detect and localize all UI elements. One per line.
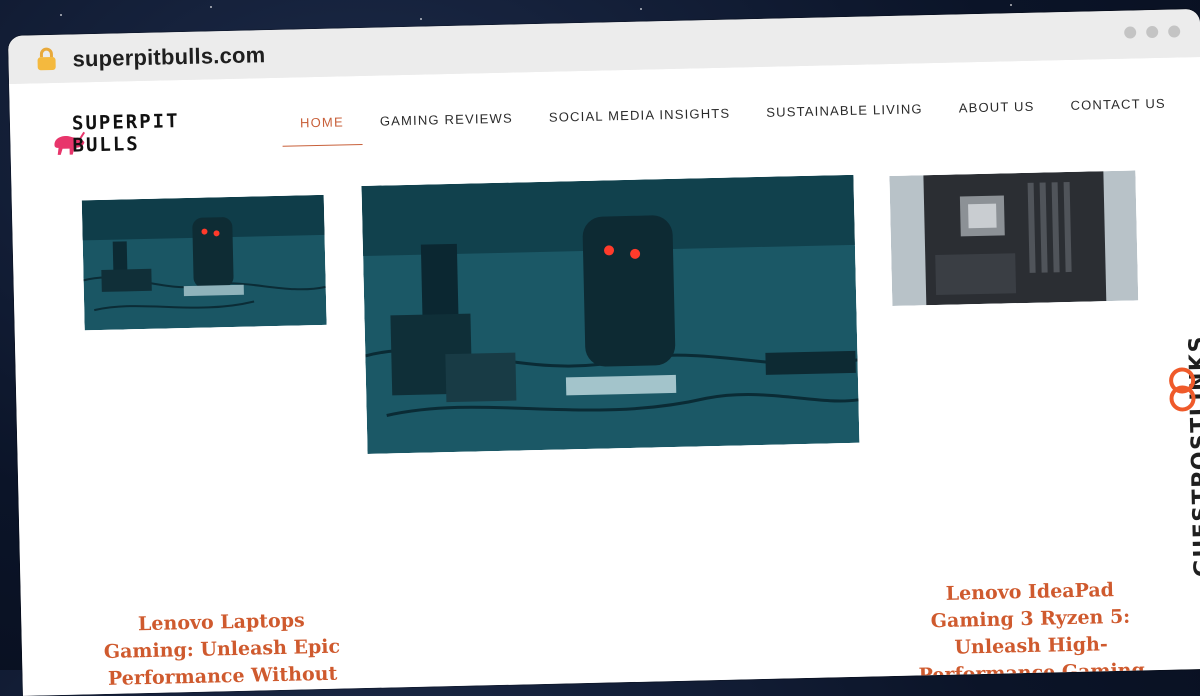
- guestpostlinks-watermark: GUESTPOSTLINKS: [1158, 115, 1200, 577]
- star: [420, 18, 422, 20]
- star: [1010, 4, 1012, 6]
- star: [210, 6, 212, 8]
- post-title-1[interactable]: Lenovo Laptops Gaming: Unleash Epic Perf…: [101, 607, 343, 693]
- gaming-robot-image: [81, 194, 327, 331]
- nav-about-us[interactable]: ABOUT US: [941, 98, 1053, 116]
- nav-home[interactable]: HOME: [282, 114, 362, 131]
- link-icon: [1169, 367, 1196, 412]
- post-image-featured[interactable]: [361, 174, 860, 454]
- post-title-2[interactable]: Lenovo IdeaPad Gaming 3 Ryzen 5: Unleash…: [915, 576, 1147, 689]
- browser-window: superpitbulls.com SUPERPIT BULLS HOME GA…: [8, 8, 1200, 696]
- nav-sustainable-living[interactable]: SUSTAINABLE LIVING: [748, 101, 941, 120]
- dots-icon[interactable]: [1124, 26, 1137, 39]
- dots-icon[interactable]: [1168, 25, 1181, 38]
- star: [640, 8, 642, 10]
- logo-line-2: BULLS: [72, 133, 140, 157]
- lock-icon: [37, 47, 56, 71]
- motherboard-image: [889, 170, 1139, 307]
- window-controls: [1124, 25, 1181, 39]
- main-nav: HOME GAMING REVIEWS SOCIAL MEDIA INSIGHT…: [282, 95, 1184, 131]
- gaming-robot-image: [361, 174, 860, 454]
- nav-social-media-insights[interactable]: SOCIAL MEDIA INSIGHTS: [531, 105, 749, 125]
- logo-text: SUPERPIT BULLS: [72, 110, 180, 156]
- url-text[interactable]: superpitbulls.com: [72, 42, 265, 72]
- web-page: SUPERPIT BULLS HOME GAMING REVIEWS SOCIA…: [9, 56, 1200, 696]
- star: [60, 14, 62, 16]
- dots-icon[interactable]: [1146, 25, 1159, 39]
- logo-line-1: SUPERPIT: [71, 110, 180, 135]
- nav-gaming-reviews[interactable]: GAMING REVIEWS: [362, 110, 531, 129]
- nav-contact-us[interactable]: CONTACT US: [1052, 95, 1184, 113]
- post-image-2[interactable]: [889, 170, 1139, 307]
- site-logo[interactable]: SUPERPIT BULLS: [50, 110, 201, 163]
- post-image-1[interactable]: [81, 194, 327, 331]
